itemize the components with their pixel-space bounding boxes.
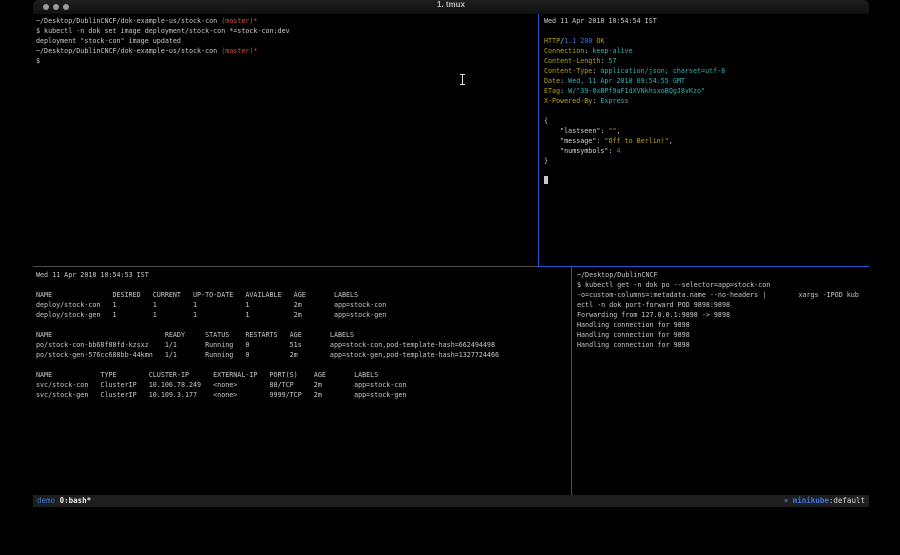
pane-border-vertical-bottom xyxy=(571,267,572,495)
terminal-line: Date: Wed, 11 Apr 2018 09:54:55 GMT xyxy=(544,76,866,86)
terminal-line: deploy/stock-con 1 1 1 1 2m app=stock-co… xyxy=(36,300,568,310)
pane-border-vertical-top xyxy=(538,14,539,267)
terminal-line: Forwarding from 127.0.0.1:9898 -> 9898 xyxy=(577,310,869,320)
terminal-window: 1. tmux ~/Desktop/DublinCNCF/dok-example… xyxy=(33,0,869,507)
zoom-button[interactable] xyxy=(63,4,69,10)
terminal-line: NAME TYPE CLUSTER-IP EXTERNAL-IP PORT(S)… xyxy=(36,370,568,380)
terminal-line: Handling connection for 9898 xyxy=(577,340,869,350)
terminal-line: ectl -n dok port-forward POD 9898:9898 xyxy=(577,300,869,310)
terminal-line: -o=custom-columns=:metadata.name --no-he… xyxy=(577,290,869,300)
minimize-button[interactable] xyxy=(53,4,59,10)
terminal-line: $ kubectl -n dok set image deployment/st… xyxy=(36,26,536,36)
kube-namespace: :default xyxy=(829,496,865,505)
pane-top-left-shell[interactable]: ~/Desktop/DublinCNCF/dok-example-us/stoc… xyxy=(36,16,536,66)
terminal-line: { xyxy=(544,116,866,126)
terminal-line: $ kubectl get -n dok po --selector=app=s… xyxy=(577,280,869,290)
terminal-line: po/stock-con-bb68f88fd-kzsxz 1/1 Running… xyxy=(36,340,568,350)
traffic-lights xyxy=(43,4,69,10)
window-titlebar[interactable]: 1. tmux xyxy=(33,0,869,14)
terminal-line: ~/Desktop/DublinCNCF/dok-example-us/stoc… xyxy=(36,46,536,56)
terminal-line: ETag: W/"39-0xBPf9aF1dXVNkhsxoBQgJ8vKzo" xyxy=(544,86,866,96)
terminal-line: } xyxy=(544,156,866,166)
kube-context: minikube xyxy=(788,496,829,505)
terminal-line: $ xyxy=(36,56,536,66)
terminal-line: Handling connection for 9898 xyxy=(577,320,869,330)
terminal-line xyxy=(36,320,568,330)
terminal-line: "numsymbols": 4 xyxy=(544,146,866,156)
pane-bottom-right-port-forward[interactable]: ~/Desktop/DublinCNCF$ kubectl get -n dok… xyxy=(577,270,869,350)
terminal-line xyxy=(544,26,866,36)
terminal-line: Wed 11 Apr 2018 10:54:54 IST xyxy=(544,16,866,26)
terminal-line xyxy=(544,106,866,116)
pane-border-horizontal-right xyxy=(538,266,869,267)
window-title: 1. tmux xyxy=(33,0,869,9)
terminal-line: "message": "Off to Berlin!", xyxy=(544,136,866,146)
status-right: ⎈ minikube:default xyxy=(784,495,865,507)
pane-border-horizontal-left xyxy=(33,266,538,267)
terminal-line: svc/stock-gen ClusterIP 10.109.3.177 <no… xyxy=(36,390,568,400)
terminal-line: Handling connection for 9898 xyxy=(577,330,869,340)
terminal-line: ~/Desktop/DublinCNCF/dok-example-us/stoc… xyxy=(36,16,536,26)
terminal-line: Content-Type: application/json; charset=… xyxy=(544,66,866,76)
mouse-cursor-ibeam xyxy=(459,74,466,85)
session-name: demo xyxy=(37,496,60,505)
pane-bottom-left-kubectl-watch[interactable]: Wed 11 Apr 2018 10:54:53 IST NAME DESIRE… xyxy=(36,270,568,400)
window-list-item[interactable]: 0:bash* xyxy=(60,496,92,505)
terminal-line: Connection: keep-alive xyxy=(544,46,866,56)
terminal-line: X-Powered-By: Express xyxy=(544,96,866,106)
terminal-line xyxy=(544,166,866,176)
close-button[interactable] xyxy=(43,4,49,10)
terminal-line: deployment "stock-con" image updated xyxy=(36,36,536,46)
terminal-line: "lastseen": "", xyxy=(544,126,866,136)
tmux-status-bar: demo 0:bash* ⎈ minikube:default xyxy=(33,495,869,507)
terminal-line: ~/Desktop/DublinCNCF xyxy=(577,270,869,280)
terminal-line xyxy=(544,176,866,186)
terminal-line: NAME READY STATUS RESTARTS AGE LABELS xyxy=(36,330,568,340)
terminal-line: Content-Length: 57 xyxy=(544,56,866,66)
terminal-line: po/stock-gen-576cc688bb-44kmn 1/1 Runnin… xyxy=(36,350,568,360)
block-cursor xyxy=(544,176,548,184)
status-left: demo 0:bash* xyxy=(37,495,91,507)
terminal-line: Wed 11 Apr 2018 10:54:53 IST xyxy=(36,270,568,280)
terminal-line xyxy=(36,360,568,370)
terminal-line: NAME DESIRED CURRENT UP-TO-DATE AVAILABL… xyxy=(36,290,568,300)
terminal-line: HTTP/1.1 200 OK xyxy=(544,36,866,46)
terminal-line: deploy/stock-gen 1 1 1 1 2m app=stock-ge… xyxy=(36,310,568,320)
pane-top-right-http-response[interactable]: Wed 11 Apr 2018 10:54:54 IST HTTP/1.1 20… xyxy=(544,16,866,186)
terminal-line: svc/stock-con ClusterIP 10.106.78.249 <n… xyxy=(36,380,568,390)
desktop-background: { "window": { "title": "1. tmux" }, "pal… xyxy=(0,0,900,555)
terminal-line xyxy=(36,280,568,290)
